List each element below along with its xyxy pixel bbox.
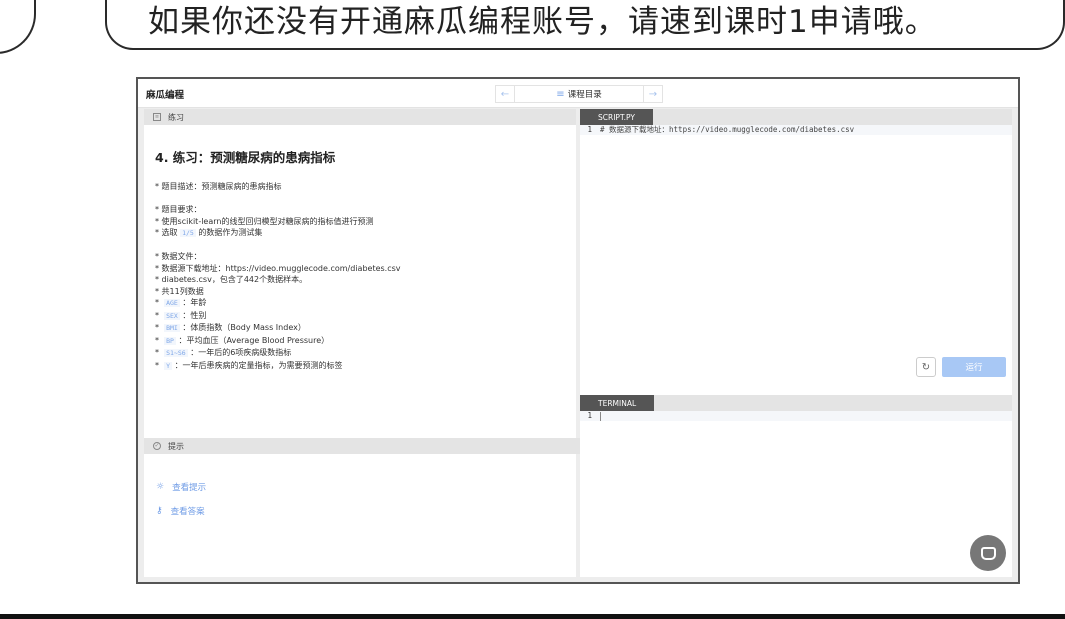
tab-terminal[interactable]: TERMINAL	[580, 395, 655, 411]
req-line-1: * 使用scikit-learn的线型回归模型对糖尿病的指标值进行预测	[155, 216, 374, 226]
chat-bubble-icon	[980, 546, 996, 560]
course-catalog-label: 课程目录	[567, 90, 602, 100]
line-number: 1	[587, 411, 592, 420]
arrow-right-icon: →	[648, 88, 658, 100]
editor-tab-bar: SCRIPT.PY	[580, 109, 1012, 125]
data-cols: * 共11列数据	[155, 286, 204, 296]
course-catalog-button[interactable]: ≡ 课程目录	[515, 85, 643, 103]
code-panel: SCRIPT.PY 1 # 数据源下载地址：https://video.muggl…	[580, 109, 1012, 577]
hints-section-label: 提示	[168, 441, 184, 451]
chat-support-button[interactable]	[970, 535, 1006, 571]
reset-button[interactable]: ↻	[916, 357, 936, 377]
col-item: * BP ：平均血压（Average Blood Pressure）	[155, 335, 330, 345]
notice-text: 如果你还没有开通麻瓜编程账号，请速到课时1申请哦。	[148, 4, 937, 40]
prev-lesson-button[interactable]: ←	[495, 85, 515, 103]
refresh-icon: ↻	[921, 361, 931, 373]
col-item: * BMI ：体质指数（Body Mass Index）	[155, 323, 306, 332]
course-nav: ← ≡ 课程目录 →	[495, 85, 663, 103]
app-window: 麻瓜编程 ← ≡ 课程目录 → ≡ 练习 4. 练习：预测糖尿病的患病指标 * …	[136, 77, 1020, 584]
next-lesson-button[interactable]: →	[643, 85, 663, 103]
view-hint-label: 查看提示	[172, 483, 207, 493]
req-line-2: * 选取 1/5 的数据作为测试集	[155, 228, 263, 237]
check-circle-icon: ✓	[153, 442, 161, 450]
exercise-section-header: ≡ 练习	[144, 109, 576, 125]
key-icon: ⚷	[156, 506, 163, 516]
terminal-panel[interactable]: TERMINAL 1	[580, 395, 1012, 577]
exercise-description: * 题目描述：预测糖尿病的患病指标 * 题目要求： * 使用scikit-lea…	[155, 181, 401, 372]
terminal-tab-bar: TERMINAL	[580, 395, 1012, 411]
arrow-left-icon: ←	[500, 88, 510, 100]
tab-script-py[interactable]: SCRIPT.PY	[580, 109, 653, 125]
req-title: * 题目要求：	[155, 205, 202, 214]
col-item: * AGE ：年龄	[155, 298, 207, 307]
exercise-title: 4. 练习：预测糖尿病的患病指标	[155, 150, 336, 165]
document-icon: ≡	[153, 113, 161, 121]
data-url: * 数据源下载地址：https://video.mugglecode.com/d…	[155, 263, 401, 273]
terminal-line[interactable]: 1	[580, 411, 1012, 421]
brand-logo[interactable]: 麻瓜编程	[146, 87, 184, 101]
view-hint-link[interactable]: ☼ 查看提示	[156, 481, 206, 493]
desc-line: * 题目描述：预测糖尿病的患病指标	[155, 182, 282, 191]
decorative-shape	[0, 0, 36, 54]
col-item: * SEX ：性别	[155, 310, 207, 320]
col-item: * S1~S6 ：一年后的6项疾病级数指标	[155, 348, 292, 357]
text-cursor	[600, 411, 601, 421]
col-item: * Y ：一年后患疾病的定量指标，为需要预测的标签	[155, 360, 343, 370]
exercise-section-label: 练习	[168, 112, 184, 122]
code-text: # 数据源下载地址：https://video.mugglecode.com/d…	[600, 125, 855, 134]
bottom-divider	[0, 614, 1065, 619]
view-answer-label: 查看答案	[170, 507, 205, 517]
code-editor[interactable]: SCRIPT.PY 1 # 数据源下载地址：https://video.muggl…	[580, 109, 1012, 393]
editor-line[interactable]: 1 # 数据源下载地址：https://video.mugglecode.com/…	[580, 125, 1012, 135]
line-number: 1	[587, 125, 592, 134]
view-answer-link[interactable]: ⚷ 查看答案	[156, 505, 205, 517]
data-count: * diabetes.csv，包含了442个数据样本。	[155, 275, 308, 284]
run-button[interactable]: 运行	[942, 357, 1006, 377]
top-bar: 麻瓜编程 ← ≡ 课程目录 →	[138, 79, 1018, 108]
inline-code: 1/5	[180, 229, 196, 237]
list-icon: ≡	[556, 88, 565, 100]
exercise-panel: ≡ 练习 4. 练习：预测糖尿病的患病指标 * 题目描述：预测糖尿病的患病指标 …	[144, 109, 585, 577]
data-title: * 数据文件：	[155, 252, 202, 261]
lightbulb-icon: ☼	[156, 482, 165, 492]
hints-section-header: ✓ 提示	[144, 438, 585, 454]
